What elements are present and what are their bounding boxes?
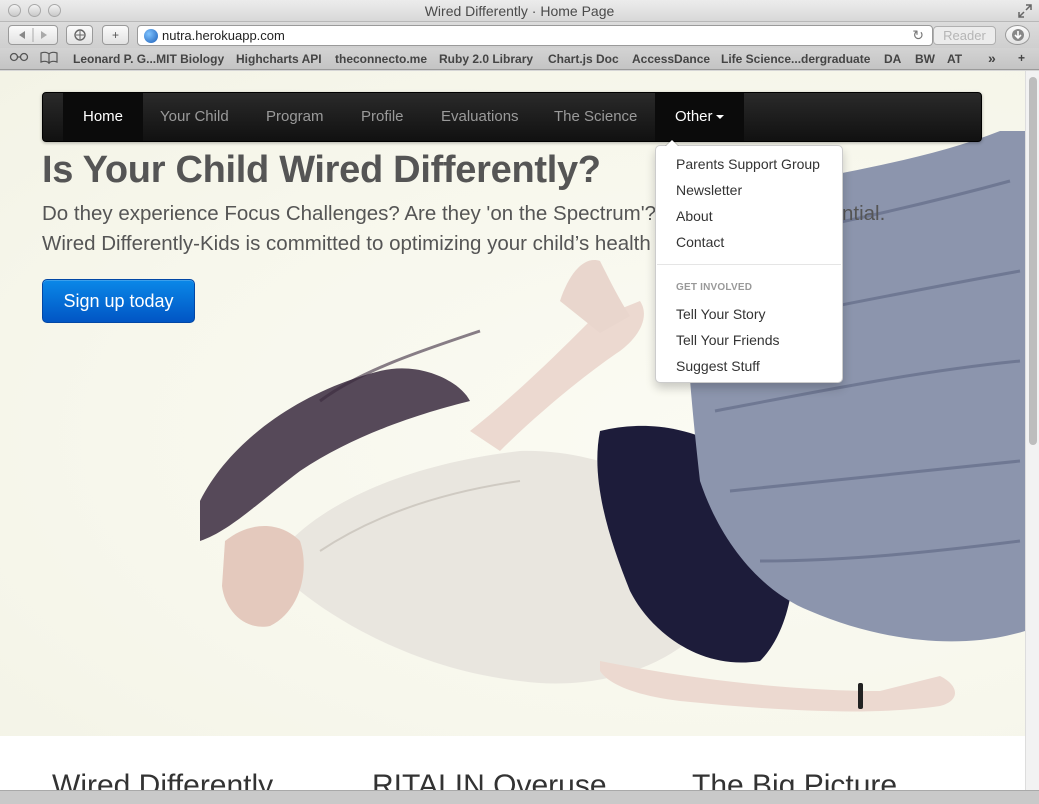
menu-divider (657, 264, 841, 265)
caret-down-icon (715, 115, 724, 120)
bookmarks-bar: Leonard P. G...MIT Biology Highcharts AP… (0, 48, 1039, 70)
back-forward-buttons[interactable] (8, 25, 58, 45)
bookmarks-book-icon[interactable] (40, 51, 58, 67)
window-titlebar: Wired Differently · Home Page (0, 0, 1039, 22)
add-bookmark-button[interactable]: + (102, 25, 129, 45)
hero-lead-line-1-end: ntial. (842, 202, 886, 225)
vertical-scrollbar[interactable] (1025, 71, 1039, 790)
share-icon (73, 29, 86, 41)
plus-icon: + (111, 28, 119, 42)
browser-toolbar: + nutra.herokuapp.com ↻ Reader (0, 22, 1039, 48)
new-tab-button[interactable]: + (1018, 51, 1025, 65)
bookmarks-overflow-icon[interactable]: » (988, 50, 996, 66)
menu-item-suggest-stuff[interactable]: Suggest Stuff (676, 358, 760, 374)
status-bar (0, 790, 1039, 804)
other-dropdown-menu: Parents Support Group Newsletter About C… (655, 139, 843, 383)
menu-header-get-involved: GET INVOLVED (676, 282, 753, 293)
nav-other-label: Other (675, 108, 713, 125)
bookmark-item[interactable]: BW (915, 52, 935, 66)
reading-list-icon[interactable] (9, 51, 29, 66)
reader-button[interactable]: Reader (933, 26, 996, 45)
bookmark-item[interactable]: Life Science...dergraduate (721, 52, 870, 66)
hero-headline: Is Your Child Wired Differently? (42, 149, 601, 191)
bookmark-item[interactable]: Chart.js Doc (548, 52, 619, 66)
bookmark-item[interactable]: Highcharts API (236, 52, 322, 66)
hero-lead-text: Do they experience Focus Challenges? Are… (42, 202, 657, 225)
scrollbar-thumb[interactable] (1029, 77, 1037, 445)
nav-profile[interactable]: Profile (341, 93, 424, 141)
window-title: Wired Differently · Home Page (424, 3, 615, 19)
back-forward-icon (19, 28, 47, 42)
nav-the-science[interactable]: The Science (534, 93, 657, 141)
download-icon (1011, 29, 1024, 41)
reload-icon[interactable]: ↻ (912, 27, 924, 44)
fullscreen-icon[interactable] (1017, 3, 1033, 19)
column-title: The Big Picture (692, 769, 898, 790)
column-title: RITALIN Overuse (372, 769, 607, 790)
menu-item-newsletter[interactable]: Newsletter (676, 182, 742, 198)
bookmark-item[interactable]: Ruby 2.0 Library (439, 52, 533, 66)
sign-up-button[interactable]: Sign up today (42, 279, 195, 323)
menu-item-about[interactable]: About (676, 208, 713, 224)
nav-your-child[interactable]: Your Child (140, 93, 249, 141)
feature-columns: Wired Differently RITALIN Overuse The Bi… (0, 736, 1025, 790)
page-viewport: Home Your Child Program Profile Evaluati… (0, 71, 1025, 790)
hero-lead-line-1: Do they experience Focus Challenges? Are… (42, 202, 656, 226)
bookmark-item[interactable]: Leonard P. G...MIT Biology (73, 52, 224, 66)
nav-program[interactable]: Program (246, 93, 344, 141)
url-text: nutra.herokuapp.com (162, 28, 285, 43)
downloads-button[interactable] (1005, 25, 1030, 45)
menu-item-tell-your-friends[interactable]: Tell Your Friends (676, 332, 780, 348)
nav-other-dropdown-toggle[interactable]: Other (655, 93, 744, 141)
tabs-button[interactable] (66, 25, 93, 45)
address-bar[interactable]: nutra.herokuapp.com ↻ (137, 25, 933, 46)
hero-lead-line-2: Wired Differently-Kids is committed to o… (42, 232, 651, 255)
bookmark-item[interactable]: AccessDance (632, 52, 710, 66)
bookmark-item[interactable]: theconnecto.me (335, 52, 427, 66)
bookmark-item[interactable]: DA (884, 52, 901, 66)
main-navbar: Home Your Child Program Profile Evaluati… (42, 92, 982, 142)
menu-item-contact[interactable]: Contact (676, 234, 724, 250)
nav-evaluations[interactable]: Evaluations (421, 93, 539, 141)
menu-item-tell-your-story[interactable]: Tell Your Story (676, 306, 766, 322)
bookmark-item[interactable]: AT (947, 52, 962, 66)
menu-item-parents-support-group[interactable]: Parents Support Group (676, 156, 820, 172)
column-title: Wired Differently (52, 769, 274, 790)
globe-icon (144, 29, 158, 43)
nav-home[interactable]: Home (63, 93, 144, 141)
